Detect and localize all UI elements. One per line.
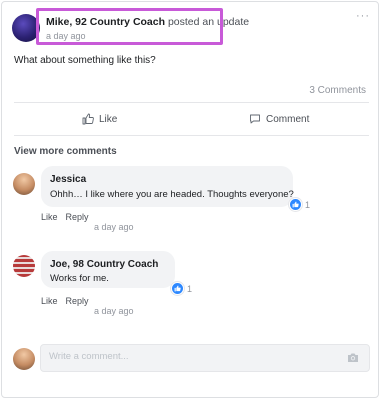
comment-timestamp[interactable]: a day ago (94, 306, 134, 316)
reaction-summary[interactable]: 1 (289, 198, 310, 211)
view-more-comments-link[interactable]: View more comments (14, 146, 117, 157)
comment-actions: Like Reply (41, 296, 89, 306)
reaction-count: 1 (305, 199, 311, 210)
comment-composer (40, 344, 370, 372)
comment-input[interactable] (49, 351, 329, 362)
like-button-label: Like (99, 113, 118, 125)
like-reaction-icon (171, 282, 184, 295)
current-user-avatar (13, 348, 35, 370)
reaction-count: 1 (187, 283, 193, 294)
thumbs-up-icon (82, 113, 94, 125)
reaction-summary[interactable]: 1 (171, 282, 192, 295)
commenter-avatar[interactable] (13, 173, 35, 195)
comment-timestamp[interactable]: a day ago (94, 222, 134, 232)
comment-text: Ohhh… I like where you are headed. Thoug… (50, 189, 294, 200)
comment-button-label: Comment (266, 113, 310, 125)
comment-button[interactable]: Comment (249, 113, 309, 125)
commenter-name[interactable]: Joe, 98 Country Coach (50, 259, 158, 270)
commenter-avatar[interactable] (13, 255, 35, 277)
post-card: Mike, 92 Country Coach posted an update … (1, 1, 379, 398)
comment-reply-link[interactable]: Reply (66, 296, 89, 306)
like-button[interactable]: Like (82, 113, 117, 125)
commenter-name[interactable]: Jessica (50, 174, 86, 185)
comment-reply-link[interactable]: Reply (66, 212, 89, 222)
comment-text: Works for me. (50, 273, 109, 284)
like-reaction-icon (289, 198, 302, 211)
divider (14, 102, 369, 103)
speech-bubble-icon (250, 114, 260, 124)
highlight-box (36, 8, 223, 45)
comment-actions: Like Reply (41, 212, 89, 222)
comment-bubble: Joe, 98 Country Coach Works for me. (41, 251, 175, 288)
comment-count[interactable]: 3 Comments (309, 85, 366, 96)
more-options-icon[interactable]: ··· (356, 11, 370, 22)
camera-icon[interactable] (347, 352, 359, 363)
comment-bubble: Jessica Ohhh… I like where you are heade… (41, 166, 294, 207)
divider (14, 135, 369, 136)
comment-like-link[interactable]: Like (41, 212, 58, 222)
comment-like-link[interactable]: Like (41, 296, 58, 306)
post-text: What about something like this? (14, 55, 156, 66)
